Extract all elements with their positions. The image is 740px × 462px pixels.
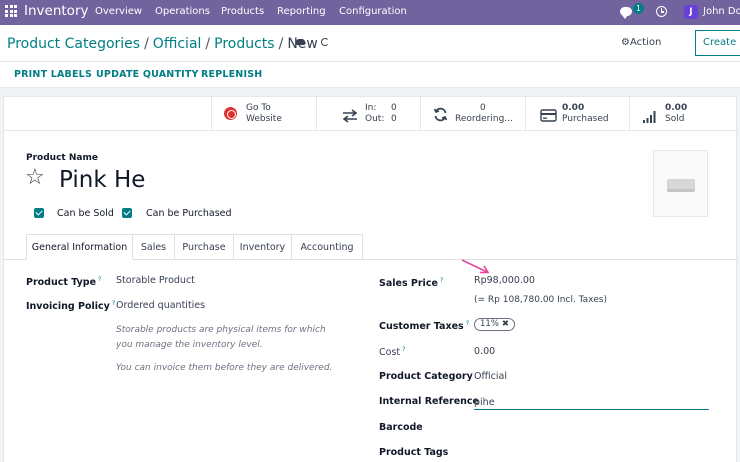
menu-configuration[interactable]: Configuration [339, 6, 407, 17]
tab-purchase[interactable]: Purchase [175, 234, 234, 260]
tab-inventory[interactable]: Inventory [234, 234, 292, 260]
chat-badge: 1 [633, 3, 644, 14]
product-name-field[interactable]: Pink He [59, 165, 145, 195]
create-button[interactable]: Create [695, 30, 740, 56]
help-tooltip-icon: ? [439, 276, 444, 284]
product-category-label: Product Category [379, 371, 473, 382]
save-cloud-icon[interactable] [296, 39, 305, 45]
reordering-label: Reordering... [455, 114, 513, 124]
invoice-help-text: You can invoice them before they are del… [116, 363, 333, 373]
purchased-button[interactable]: 0.00 Purchased [525, 97, 629, 131]
tab-general-information[interactable]: General Information [26, 234, 133, 260]
credit-card-icon [540, 107, 557, 126]
menu-overview[interactable]: Overview [95, 6, 142, 17]
sales-price-label: Sales Price? [379, 276, 444, 290]
annotation-arrow-icon [461, 259, 490, 274]
user-name[interactable]: John Doe [703, 6, 740, 17]
activity-clock-icon[interactable] [656, 6, 667, 17]
replenish-button[interactable]: REPLENISH [201, 69, 262, 80]
apps-menu-icon[interactable] [5, 5, 17, 17]
customer-taxes-label: Customer Taxes? [379, 319, 470, 333]
menu-reporting[interactable]: Reporting [277, 6, 326, 17]
internal-reference-underline [474, 409, 709, 410]
sold-value: 0.00 [665, 103, 688, 113]
sold-label: Sold [665, 114, 685, 124]
go-to-website-button[interactable]: Go To Website [211, 97, 316, 131]
breadcrumb-products[interactable]: Products [214, 36, 274, 52]
tab-accounting[interactable]: Accounting [292, 234, 363, 260]
remove-tag-icon[interactable]: ✖ [502, 319, 509, 329]
globe-icon [224, 107, 237, 120]
out-value: 0 [391, 114, 397, 124]
cost-field[interactable]: 0.00 [474, 346, 495, 357]
in-label: In: [365, 103, 377, 113]
tax-tag[interactable]: 11% ✖ [474, 318, 516, 331]
form-sheet: Go To Website In: 0 Out: 0 0 Reordering.… [3, 96, 738, 462]
app-name[interactable]: Inventory [24, 3, 88, 19]
discard-icon[interactable] [321, 38, 329, 46]
help-tooltip-icon: ? [98, 275, 102, 283]
barcode-label: Barcode [379, 422, 423, 433]
help-tooltip-icon: ? [402, 345, 406, 353]
website-line2: Website [246, 114, 282, 124]
purchased-value: 0.00 [562, 103, 585, 113]
can-be-sold-checkbox[interactable] [34, 208, 44, 218]
reordering-value: 0 [480, 103, 486, 113]
sales-price-field[interactable]: Rp98,000.00 [474, 275, 535, 286]
top-navbar: Inventory Overview Operations Products R… [0, 0, 740, 25]
menu-products[interactable]: Products [221, 6, 264, 17]
out-label: Out: [365, 114, 385, 124]
product-image[interactable] [653, 150, 708, 217]
sales-price-incl-taxes: (= Rp 108,780.00 Incl. Taxes) [474, 295, 607, 305]
internal-reference-label: Internal Reference [379, 396, 480, 407]
can-be-purchased-label: Can be Purchased [146, 208, 232, 219]
transfer-arrows-icon [342, 108, 358, 127]
reordering-button[interactable]: 0 Reordering... [420, 97, 525, 131]
avatar[interactable]: J [684, 5, 698, 19]
action-bar: PRINT LABELS UPDATE QUANTITY REPLENISH [0, 62, 740, 88]
breadcrumb-official[interactable]: Official [153, 36, 202, 52]
cost-label: Cost? [379, 345, 406, 359]
action-button[interactable]: ⚙Action [621, 37, 661, 48]
print-labels-button[interactable]: PRINT LABELS [14, 69, 92, 80]
help-tooltip-icon: ? [465, 319, 470, 327]
can-be-purchased-checkbox[interactable] [122, 208, 132, 218]
storable-help-text: Storable products are physical items for… [116, 325, 326, 350]
purchased-label: Purchased [562, 114, 609, 124]
signal-bars-icon [642, 108, 658, 127]
help-tooltip-icon: ? [111, 299, 116, 307]
invoicing-policy-field[interactable]: Ordered quantities [116, 300, 205, 311]
favorite-star-icon[interactable]: ☆ [25, 165, 45, 191]
control-panel: Product Categories/Official/Products/New… [0, 25, 740, 62]
in-value: 0 [391, 103, 397, 113]
breadcrumb-product-categories[interactable]: Product Categories [7, 36, 140, 52]
update-quantity-button[interactable]: UPDATE QUANTITY [96, 69, 199, 80]
product-name-label: Product Name [26, 153, 98, 163]
website-line1: Go To [246, 103, 271, 113]
chat-icon[interactable] [620, 7, 632, 19]
menu-operations[interactable]: Operations [155, 6, 210, 17]
refresh-icon [433, 107, 448, 126]
gear-icon: ⚙ [621, 37, 630, 48]
breadcrumb: Product Categories/Official/Products/New [7, 36, 318, 52]
action-label: Action [629, 37, 662, 48]
product-type-field[interactable]: Storable Product [116, 275, 195, 286]
product-category-field[interactable]: Official [474, 371, 507, 382]
sold-button[interactable]: 0.00 Sold [629, 97, 738, 131]
smart-button-row: Go To Website In: 0 Out: 0 0 Reordering.… [4, 97, 738, 131]
product-tags-label: Product Tags [379, 447, 449, 458]
can-be-sold-label: Can be Sold [57, 208, 114, 219]
tab-sales[interactable]: Sales [133, 234, 175, 260]
in-out-button[interactable]: In: 0 Out: 0 [316, 97, 420, 131]
internal-reference-field[interactable]: pihe [474, 397, 495, 408]
product-type-label: Product Type? [26, 275, 102, 289]
invoicing-policy-label: Invoicing Policy? [26, 299, 116, 313]
